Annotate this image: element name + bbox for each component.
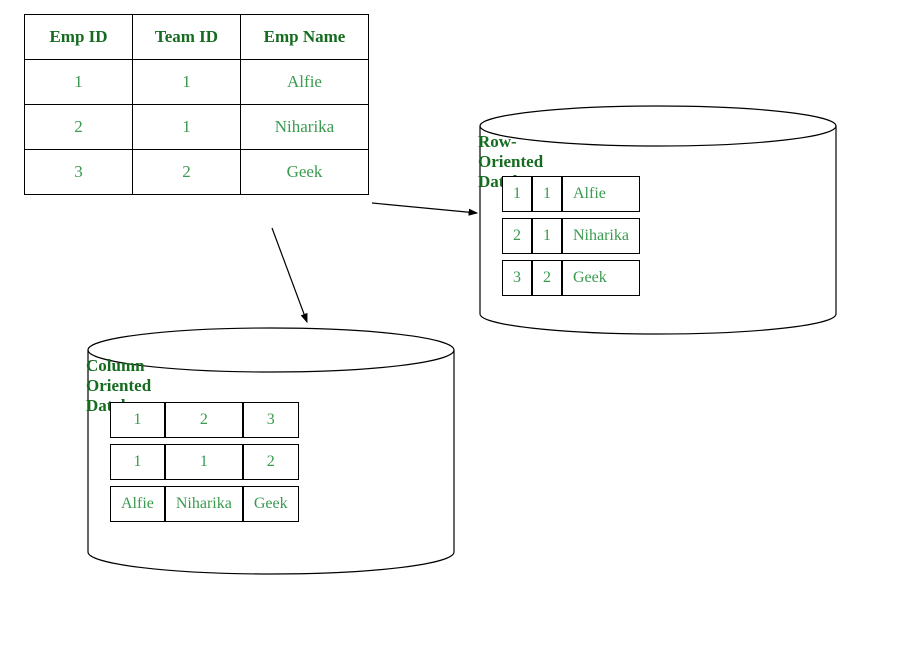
arrow-to-col-db [272,228,307,322]
table-row: 3 2 Geek [502,260,640,296]
cell: Geek [562,260,640,296]
cell: 3 [502,260,532,296]
cell: 1 [502,176,532,212]
cell: 2 [243,444,299,480]
table-row: 2 1 Niharika [502,218,640,254]
cell: 1 [110,444,165,480]
cell: Niharika [562,218,640,254]
cell: 2 [532,260,562,296]
table-row: 1 2 3 [110,402,299,438]
row-db-table: 1 1 Alfie 2 1 Niharika 3 2 Geek [502,170,640,302]
arrow-to-row-db [372,203,477,213]
cell: Niharika [165,486,243,522]
col-db-table: 1 2 3 1 1 2 Alfie Niharika Geek [110,396,299,528]
cell: 1 [532,218,562,254]
cell: 1 [165,444,243,480]
cell: 2 [165,402,243,438]
cell: 3 [243,402,299,438]
table-row: 1 1 2 [110,444,299,480]
cell: 1 [110,402,165,438]
cell: Geek [243,486,299,522]
cell: 1 [532,176,562,212]
cell: Alfie [110,486,165,522]
table-row: 1 1 Alfie [502,176,640,212]
table-row: Alfie Niharika Geek [110,486,299,522]
cell: Alfie [562,176,640,212]
cell: 2 [502,218,532,254]
